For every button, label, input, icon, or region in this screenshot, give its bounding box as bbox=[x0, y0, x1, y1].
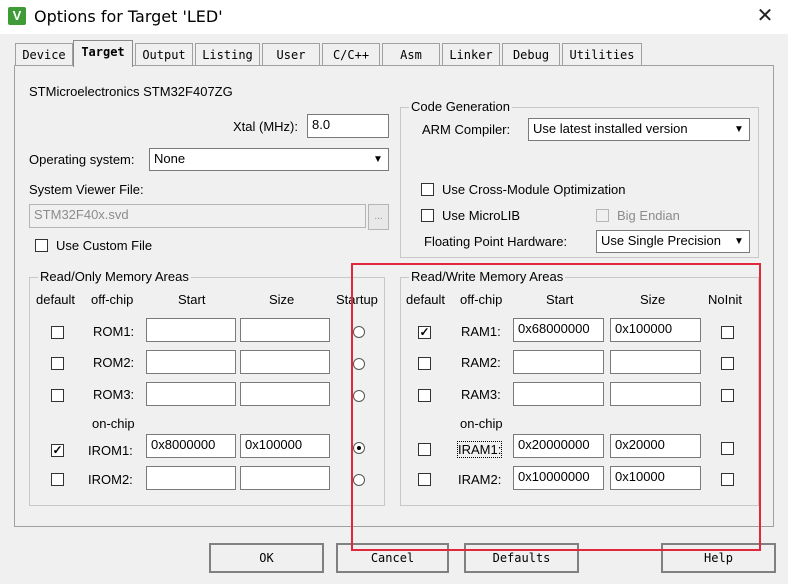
irom1-start-input[interactable]: 0x8000000 bbox=[146, 434, 236, 458]
rom1-label: ROM1: bbox=[93, 324, 135, 339]
rom3-default-checkbox[interactable] bbox=[51, 389, 64, 402]
rom-header-default: default bbox=[36, 292, 76, 307]
irom2-default-checkbox[interactable] bbox=[51, 473, 64, 486]
os-label: Operating system: bbox=[29, 152, 135, 167]
close-icon[interactable]: ✕ bbox=[752, 3, 778, 29]
xtal-label: Xtal (MHz): bbox=[233, 119, 298, 134]
irom1-label: IROM1: bbox=[88, 443, 133, 458]
irom2-size-input[interactable] bbox=[240, 466, 330, 490]
tab-device[interactable]: Device bbox=[15, 43, 73, 65]
os-select-value: None bbox=[154, 151, 186, 166]
svd-label: System Viewer File: bbox=[29, 182, 144, 197]
chevron-down-icon: ▼ bbox=[734, 124, 744, 135]
cross-module-checkbox[interactable] bbox=[421, 183, 434, 196]
irom1-size-input[interactable]: 0x100000 bbox=[240, 434, 330, 458]
rom1-size-input[interactable] bbox=[240, 318, 330, 342]
irom2-label: IROM2: bbox=[88, 472, 133, 487]
tab-debug[interactable]: Debug bbox=[502, 43, 560, 65]
window-title: Options for Target 'LED' bbox=[34, 7, 223, 26]
cross-module-label: Use Cross-Module Optimization bbox=[442, 182, 626, 197]
rom-group-title: Read/Only Memory Areas bbox=[38, 269, 191, 284]
rom3-start-input[interactable] bbox=[146, 382, 236, 406]
custom-file-checkbox[interactable] bbox=[35, 239, 48, 252]
rom1-start-input[interactable] bbox=[146, 318, 236, 342]
rom1-default-checkbox[interactable] bbox=[51, 326, 64, 339]
os-select[interactable]: None ▼ bbox=[149, 148, 389, 171]
rom-header-offchip: off-chip bbox=[91, 292, 134, 307]
svd-input[interactable]: STM32F40x.svd bbox=[29, 204, 366, 228]
tab-linker[interactable]: Linker bbox=[442, 43, 500, 65]
tab-output[interactable]: Output bbox=[135, 43, 193, 65]
irom1-default-checkbox[interactable]: ✓ bbox=[51, 444, 64, 457]
tab-asm[interactable]: Asm bbox=[382, 43, 440, 65]
custom-file-label: Use Custom File bbox=[56, 238, 153, 253]
chevron-down-icon: ▼ bbox=[734, 236, 744, 247]
rom2-start-input[interactable] bbox=[146, 350, 236, 374]
rom2-size-input[interactable] bbox=[240, 350, 330, 374]
fp-select-value: Use Single Precision bbox=[601, 233, 721, 248]
svd-browse-button[interactable]: ... bbox=[368, 204, 389, 230]
highlight-box bbox=[351, 263, 761, 551]
tab-c-cpp[interactable]: C/C++ bbox=[322, 43, 380, 65]
microlib-checkbox[interactable] bbox=[421, 209, 434, 222]
rom3-label: ROM3: bbox=[93, 387, 135, 402]
big-endian-checkbox[interactable] bbox=[596, 209, 609, 222]
fp-select[interactable]: Use Single Precision ▼ bbox=[596, 230, 750, 253]
rom-header-size: Size bbox=[269, 292, 295, 307]
rom2-label: ROM2: bbox=[93, 355, 135, 370]
rom-onchip-label: on-chip bbox=[92, 416, 135, 431]
chevron-down-icon: ▼ bbox=[373, 154, 383, 165]
irom2-start-input[interactable] bbox=[146, 466, 236, 490]
rom2-default-checkbox[interactable] bbox=[51, 357, 64, 370]
keil-app-icon: V bbox=[8, 7, 26, 25]
big-endian-label: Big Endian bbox=[617, 208, 680, 223]
tab-listing[interactable]: Listing bbox=[195, 43, 260, 65]
rom3-size-input[interactable] bbox=[240, 382, 330, 406]
device-name: STMicroelectronics STM32F407ZG bbox=[29, 84, 233, 99]
microlib-label: Use MicroLIB bbox=[442, 208, 521, 223]
tab-utilities[interactable]: Utilities bbox=[562, 43, 642, 65]
tab-target[interactable]: Target bbox=[73, 40, 133, 67]
compiler-label: ARM Compiler: bbox=[422, 122, 511, 137]
compiler-select-value: Use latest installed version bbox=[533, 121, 688, 136]
xtal-input[interactable]: 8.0 bbox=[307, 114, 389, 138]
code-generation-title: Code Generation bbox=[409, 99, 513, 114]
fp-label: Floating Point Hardware: bbox=[424, 234, 568, 249]
tab-user[interactable]: User bbox=[262, 43, 320, 65]
rom-header-start: Start bbox=[178, 292, 206, 307]
compiler-select[interactable]: Use latest installed version ▼ bbox=[528, 118, 750, 141]
ok-button[interactable]: OK bbox=[209, 543, 324, 573]
